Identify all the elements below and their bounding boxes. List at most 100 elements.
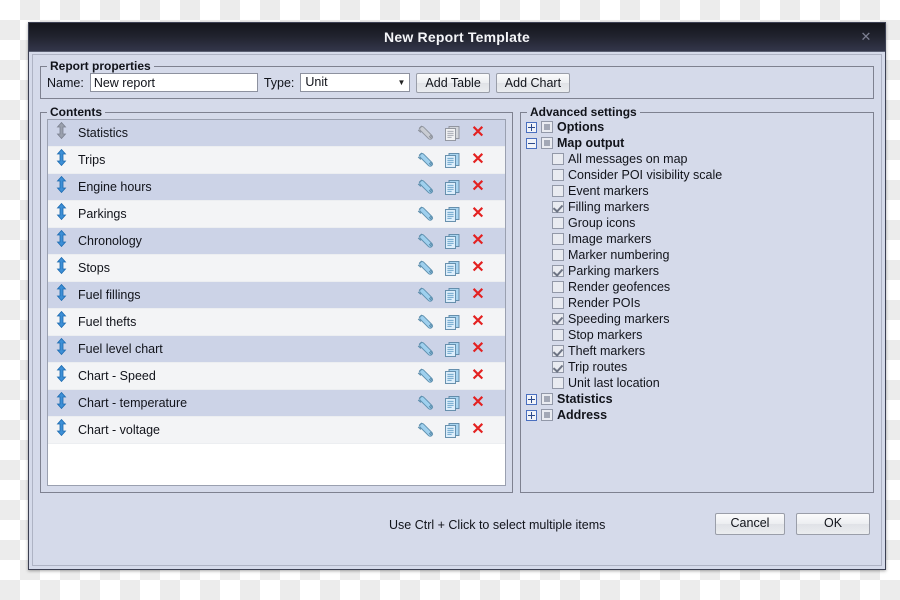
delete-x-icon[interactable]: ✕ [471,422,485,438]
wrench-icon[interactable] [417,179,434,196]
wrench-icon[interactable] [417,287,434,304]
name-input[interactable] [89,73,258,92]
table-row[interactable]: Fuel thefts ✕ [48,309,505,336]
checkbox[interactable] [552,281,564,293]
checkbox[interactable] [552,201,564,213]
tree-checkbox-image-markers[interactable]: Image markers [526,231,868,247]
checkbox[interactable] [552,233,564,245]
tree-checkbox-speeding-markers[interactable]: Speeding markers [526,311,868,327]
expand-plus-icon[interactable] [526,121,537,133]
reorder-arrows-icon[interactable] [48,121,74,144]
duplicate-icon[interactable] [444,125,461,142]
type-select[interactable]: Unit ▼ [300,73,411,92]
checkbox[interactable] [552,377,564,389]
table-row[interactable]: Chart - temperature ✕ [48,390,505,417]
checkbox[interactable] [552,217,564,229]
checkbox[interactable] [552,153,564,165]
checkbox[interactable] [552,345,564,357]
tree-group-statistics[interactable]: Statistics [526,391,868,407]
table-row[interactable]: Chronology ✕ [48,228,505,255]
checkbox[interactable] [552,313,564,325]
delete-x-icon[interactable]: ✕ [471,152,485,168]
table-row[interactable]: Stops ✕ [48,255,505,282]
table-row[interactable]: Statistics ✕ [48,120,505,147]
tree-group-map-output[interactable]: Map output [526,135,868,151]
expand-plus-icon[interactable] [526,393,537,405]
wrench-icon[interactable] [417,206,434,223]
wrench-icon[interactable] [417,233,434,250]
wrench-icon[interactable] [417,260,434,277]
add-chart-button[interactable]: Add Chart [495,72,571,93]
table-row[interactable]: Chart - Speed ✕ [48,363,505,390]
checkbox[interactable] [552,249,564,261]
reorder-arrows-icon[interactable] [48,337,74,360]
table-row[interactable]: Fuel fillings ✕ [48,282,505,309]
table-row[interactable]: Chart - voltage ✕ [48,417,505,444]
expand-plus-icon[interactable] [526,409,537,421]
checkbox[interactable] [552,169,564,181]
delete-x-icon[interactable]: ✕ [471,125,485,141]
wrench-icon[interactable] [417,152,434,169]
tristate-checkbox[interactable] [541,121,553,133]
reorder-arrows-icon[interactable] [48,418,74,441]
tree-checkbox-all-messages-on-map[interactable]: All messages on map [526,151,868,167]
tree-checkbox-marker-numbering[interactable]: Marker numbering [526,247,868,263]
reorder-arrows-icon[interactable] [48,175,74,198]
delete-x-icon[interactable]: ✕ [471,395,485,411]
delete-x-icon[interactable]: ✕ [471,368,485,384]
delete-x-icon[interactable]: ✕ [471,341,485,357]
duplicate-icon[interactable] [444,368,461,385]
reorder-arrows-icon[interactable] [48,283,74,306]
delete-x-icon[interactable]: ✕ [471,287,485,303]
reorder-arrows-icon[interactable] [48,256,74,279]
table-row[interactable]: Fuel level chart ✕ [48,336,505,363]
tree-checkbox-stop-markers[interactable]: Stop markers [526,327,868,343]
duplicate-icon[interactable] [444,152,461,169]
tristate-checkbox[interactable] [541,393,553,405]
reorder-arrows-icon[interactable] [48,229,74,252]
table-row[interactable]: Trips ✕ [48,147,505,174]
duplicate-icon[interactable] [444,395,461,412]
reorder-arrows-icon[interactable] [48,310,74,333]
tree-checkbox-trip-routes[interactable]: Trip routes [526,359,868,375]
cancel-button[interactable]: Cancel [715,513,785,535]
tree-checkbox-parking-markers[interactable]: Parking markers [526,263,868,279]
wrench-icon[interactable] [417,314,434,331]
checkbox[interactable] [552,329,564,341]
reorder-arrows-icon[interactable] [48,202,74,225]
advanced-settings-tree[interactable]: Options Map output All messages on map Cons… [526,119,868,487]
duplicate-icon[interactable] [444,314,461,331]
add-table-button[interactable]: Add Table [416,72,490,93]
duplicate-icon[interactable] [444,179,461,196]
delete-x-icon[interactable]: ✕ [471,179,485,195]
delete-x-icon[interactable]: ✕ [471,233,485,249]
delete-x-icon[interactable]: ✕ [471,260,485,276]
tristate-checkbox[interactable] [541,137,553,149]
duplicate-icon[interactable] [444,287,461,304]
table-row[interactable]: Engine hours ✕ [48,174,505,201]
wrench-icon[interactable] [417,341,434,358]
duplicate-icon[interactable] [444,260,461,277]
tree-checkbox-render-pois[interactable]: Render POIs [526,295,868,311]
duplicate-icon[interactable] [444,206,461,223]
tree-checkbox-consider-poi-visibility-scale[interactable]: Consider POI visibility scale [526,167,868,183]
tree-checkbox-filling-markers[interactable]: Filling markers [526,199,868,215]
wrench-icon[interactable] [417,368,434,385]
delete-x-icon[interactable]: ✕ [471,206,485,222]
checkbox[interactable] [552,185,564,197]
ok-button[interactable]: OK [796,513,870,535]
tristate-checkbox[interactable] [541,409,553,421]
contents-list[interactable]: Statistics ✕ Trips ✕ Engine hours ✕ Parkings ✕ C… [47,119,506,486]
delete-x-icon[interactable]: ✕ [471,314,485,330]
tree-checkbox-event-markers[interactable]: Event markers [526,183,868,199]
table-row[interactable]: Parkings ✕ [48,201,505,228]
duplicate-icon[interactable] [444,422,461,439]
wrench-icon[interactable] [417,125,434,142]
checkbox[interactable] [552,297,564,309]
close-icon[interactable]: ✕ [855,23,877,51]
wrench-icon[interactable] [417,422,434,439]
reorder-arrows-icon[interactable] [48,364,74,387]
checkbox[interactable] [552,361,564,373]
reorder-arrows-icon[interactable] [48,148,74,171]
tree-checkbox-theft-markers[interactable]: Theft markers [526,343,868,359]
